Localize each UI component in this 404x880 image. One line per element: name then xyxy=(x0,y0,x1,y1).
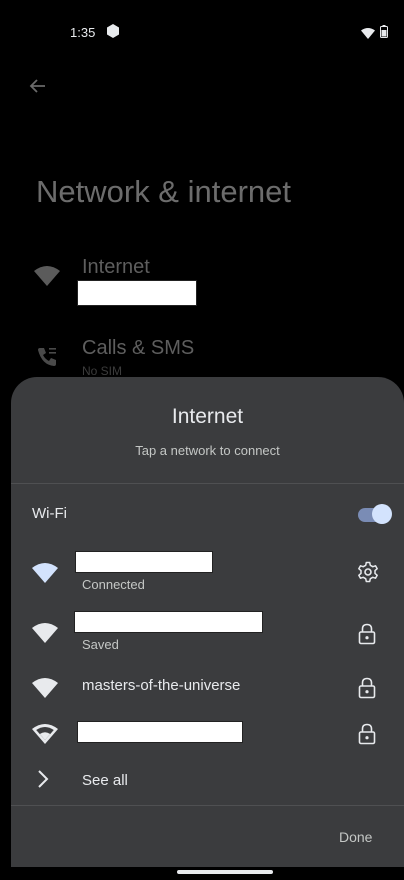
network-row-connected[interactable]: Connected xyxy=(11,545,404,601)
wifi-toggle[interactable] xyxy=(356,504,392,524)
network-name: masters-of-the-universe xyxy=(82,677,241,694)
sheet-subtitle: Tap a network to connect xyxy=(135,443,280,458)
lock-icon xyxy=(357,677,377,704)
page-title: Network & internet xyxy=(36,174,291,209)
divider xyxy=(11,483,404,484)
wifi-icon xyxy=(34,266,60,291)
network-row[interactable] xyxy=(11,707,404,763)
sheet-title: Internet xyxy=(171,405,244,428)
redacted-network-name xyxy=(75,551,213,573)
done-button[interactable]: Done xyxy=(331,825,380,849)
toggle-thumb xyxy=(372,504,392,524)
wifi-label: Wi-Fi xyxy=(32,505,67,522)
divider xyxy=(11,805,404,806)
lock-icon xyxy=(357,623,377,650)
redacted-network-name xyxy=(74,611,263,633)
lock-icon xyxy=(357,723,377,750)
wifi-full-icon xyxy=(32,563,58,588)
redacted-network-name xyxy=(77,721,243,743)
internet-item-title[interactable]: Internet xyxy=(82,256,150,279)
internet-bottom-sheet: Internet Tap a network to connect Wi-Fi … xyxy=(11,377,404,867)
network-status: Connected xyxy=(82,577,145,592)
wifi-partial-icon xyxy=(32,724,58,749)
redacted-network-name xyxy=(77,280,197,306)
calls-sms-item-title[interactable]: Calls & SMS xyxy=(82,337,194,360)
chevron-right-icon xyxy=(35,768,51,795)
settings-gear-icon[interactable] xyxy=(357,561,379,588)
wifi-full-icon xyxy=(32,623,58,648)
calls-sms-icon xyxy=(36,346,58,373)
navigation-handle[interactable] xyxy=(177,870,273,874)
wifi-full-icon xyxy=(32,678,58,703)
back-arrow-icon[interactable] xyxy=(28,76,48,101)
network-row-saved[interactable]: Saved xyxy=(11,605,404,661)
calls-sms-item-sub: No SIM xyxy=(82,364,123,378)
see-all-row[interactable]: See all xyxy=(11,762,404,798)
network-status: Saved xyxy=(82,637,119,652)
see-all-label: See all xyxy=(82,772,128,789)
